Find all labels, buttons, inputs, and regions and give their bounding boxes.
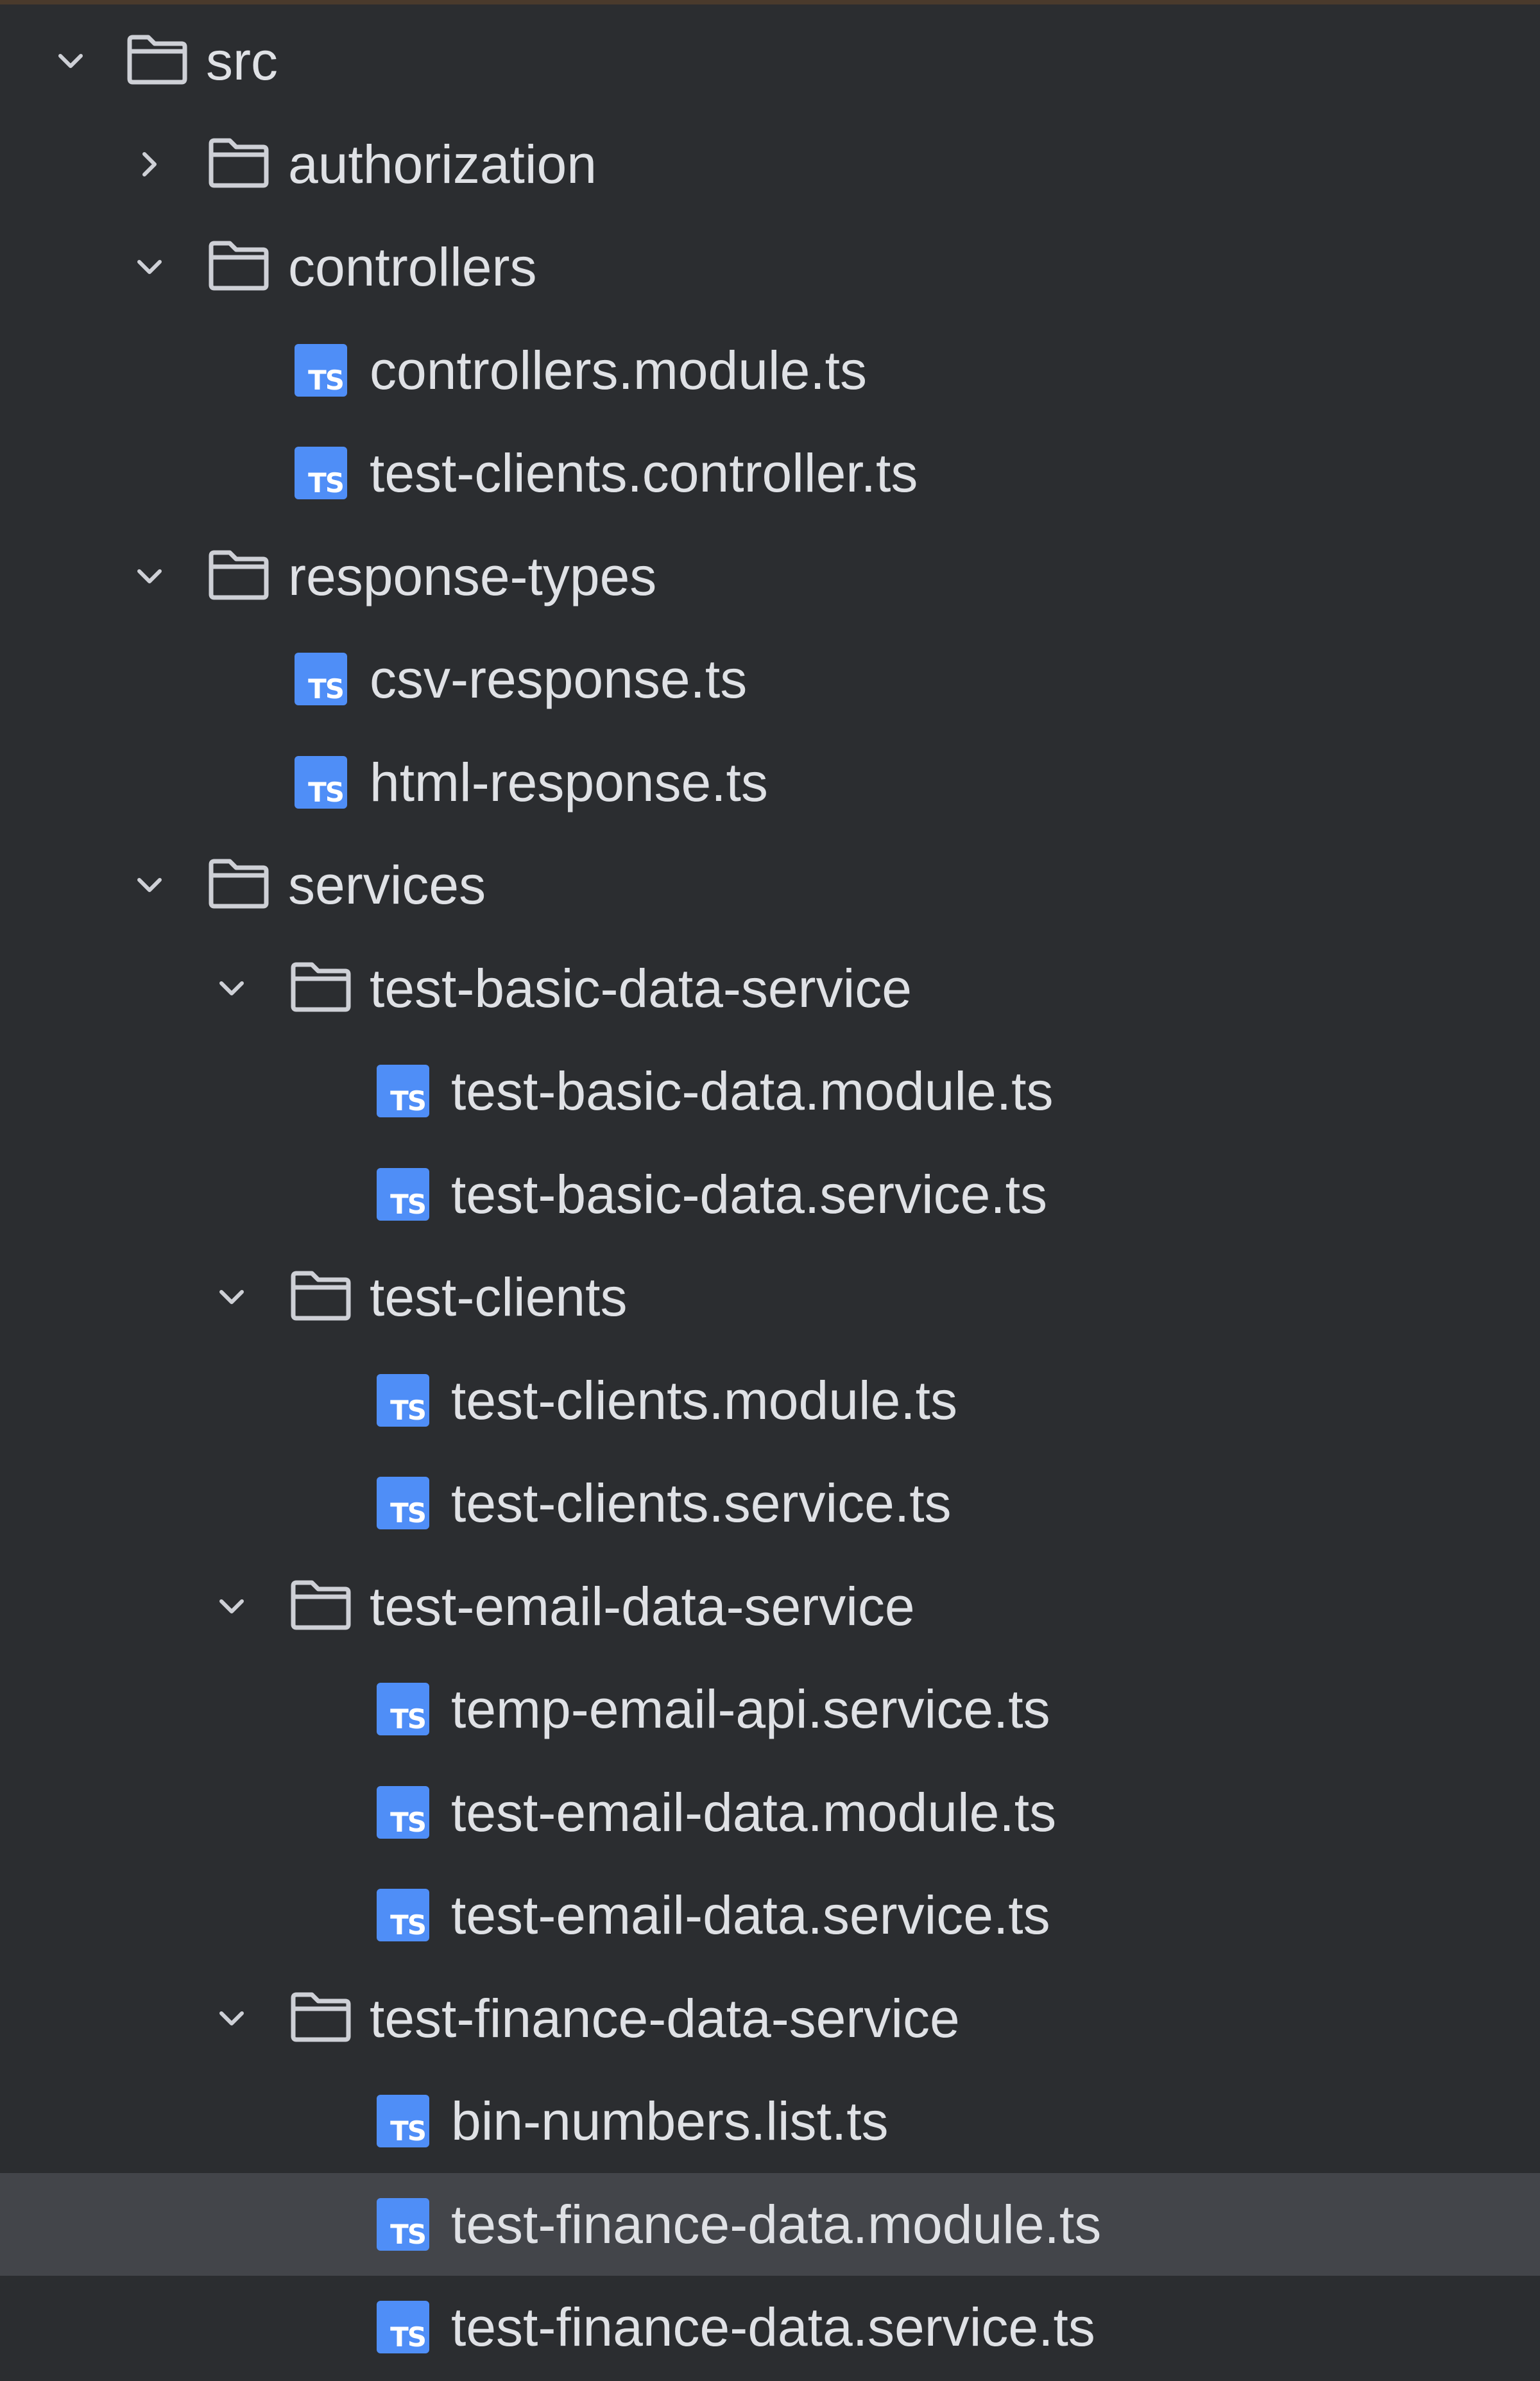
tree-folder-response-types[interactable]: response-types [0,525,1540,628]
chevron-down-icon[interactable] [130,248,169,286]
tree-folder-authorization[interactable]: authorization [0,113,1540,216]
file-label: test-finance-data.module.ts [451,2194,1102,2255]
window-top-edge [0,0,1540,4]
chevron-down-icon[interactable] [212,1999,251,2038]
typescript-file-icon: TS [377,1167,429,1221]
file-label: html-response.ts [370,752,768,812]
typescript-file-icon: TS [377,2301,429,2354]
file-label: bin-numbers.list.ts [451,2091,889,2152]
project-tree: src authorization controllers TS control… [0,10,1540,2379]
chevron-down-icon[interactable] [130,866,169,904]
chevron-right-icon[interactable] [130,145,169,184]
tree-folder-test-basic-data-service[interactable]: test-basic-data-service [0,937,1540,1040]
folder-icon [208,549,270,601]
folder-label-services: services [288,855,486,916]
folder-icon [290,1991,352,2043]
typescript-file-icon: TS [295,755,347,809]
file-label: test-clients.service.ts [451,1473,952,1534]
folder-label-src: src [206,31,278,92]
file-label: test-basic-data.module.ts [451,1061,1054,1122]
folder-icon [290,1579,352,1631]
file-label: test-finance-data.service.ts [451,2297,1095,2358]
file-label: test-clients.controller.ts [370,443,918,504]
chevron-down-icon[interactable] [130,557,169,596]
file-label: controllers.module.ts [370,340,867,400]
tree-file-html-response[interactable]: TS html-response.ts [0,731,1540,834]
tree-file-test-basic-data-module[interactable]: TS test-basic-data.module.ts [0,1040,1540,1143]
folder-icon [208,240,270,291]
typescript-file-icon: TS [377,1373,429,1427]
tree-folder-test-clients[interactable]: test-clients [0,1246,1540,1349]
file-label: temp-email-api.service.ts [451,1679,1050,1740]
file-label: test-basic-data.service.ts [451,1164,1048,1225]
typescript-file-icon: TS [377,2197,429,2251]
typescript-file-icon: TS [295,343,347,397]
tree-file-test-finance-data-service[interactable]: TS test-finance-data.service.ts [0,2276,1540,2379]
chevron-down-icon[interactable] [212,1278,251,1316]
tree-file-temp-email-api-service[interactable]: TS temp-email-api.service.ts [0,1658,1540,1761]
tree-file-test-finance-data-module-selected[interactable]: TS test-finance-data.module.ts [0,2172,1540,2276]
folder-label-test-finance-data-service: test-finance-data-service [370,1988,960,2049]
typescript-file-icon: TS [377,1785,429,1839]
tree-file-test-clients-service[interactable]: TS test-clients.service.ts [0,1452,1540,1555]
folder-label-controllers: controllers [288,237,537,298]
tree-file-test-email-data-module[interactable]: TS test-email-data.module.ts [0,1761,1540,1864]
typescript-file-icon: TS [377,1065,429,1118]
tree-file-test-clients-controller[interactable]: TS test-clients.controller.ts [0,422,1540,525]
folder-icon [290,961,352,1013]
folder-icon [290,1270,352,1321]
folder-label-test-email-data-service: test-email-data-service [370,1576,915,1637]
typescript-file-icon: TS [295,653,347,706]
file-label: csv-response.ts [370,649,748,710]
typescript-file-icon: TS [377,1683,429,1736]
file-label: test-email-data.module.ts [451,1782,1057,1843]
tree-folder-test-email-data-service[interactable]: test-email-data-service [0,1555,1540,1658]
tree-file-test-email-data-service[interactable]: TS test-email-data.service.ts [0,1864,1540,1967]
folder-icon [208,858,270,909]
typescript-file-icon: TS [377,2095,429,2148]
chevron-down-icon[interactable] [212,1587,251,1626]
folder-icon [126,34,188,85]
file-label: test-email-data.service.ts [451,1885,1050,1946]
typescript-file-icon: TS [377,1477,429,1530]
tree-folder-controllers[interactable]: controllers [0,216,1540,319]
tree-file-test-clients-module[interactable]: TS test-clients.module.ts [0,1349,1540,1452]
folder-label-response-types: response-types [288,546,657,606]
folder-label-test-clients: test-clients [370,1267,628,1328]
typescript-file-icon: TS [377,1889,429,1942]
tree-file-controllers-module[interactable]: TS controllers.module.ts [0,319,1540,422]
tree-file-bin-numbers-list[interactable]: TS bin-numbers.list.ts [0,2070,1540,2173]
chevron-down-icon[interactable] [212,969,251,1008]
tree-file-test-basic-data-service[interactable]: TS test-basic-data.service.ts [0,1143,1540,1246]
tree-folder-services[interactable]: services [0,834,1540,937]
tree-folder-src[interactable]: src [0,10,1540,113]
folder-label-authorization: authorization [288,133,597,194]
folder-label-test-basic-data-service: test-basic-data-service [370,958,912,1019]
tree-folder-test-finance-data-service[interactable]: test-finance-data-service [0,1967,1540,2070]
file-label: test-clients.module.ts [451,1370,957,1431]
chevron-down-icon[interactable] [51,42,90,80]
tree-file-csv-response[interactable]: TS csv-response.ts [0,628,1540,731]
folder-icon [208,137,270,189]
typescript-file-icon: TS [295,447,347,500]
